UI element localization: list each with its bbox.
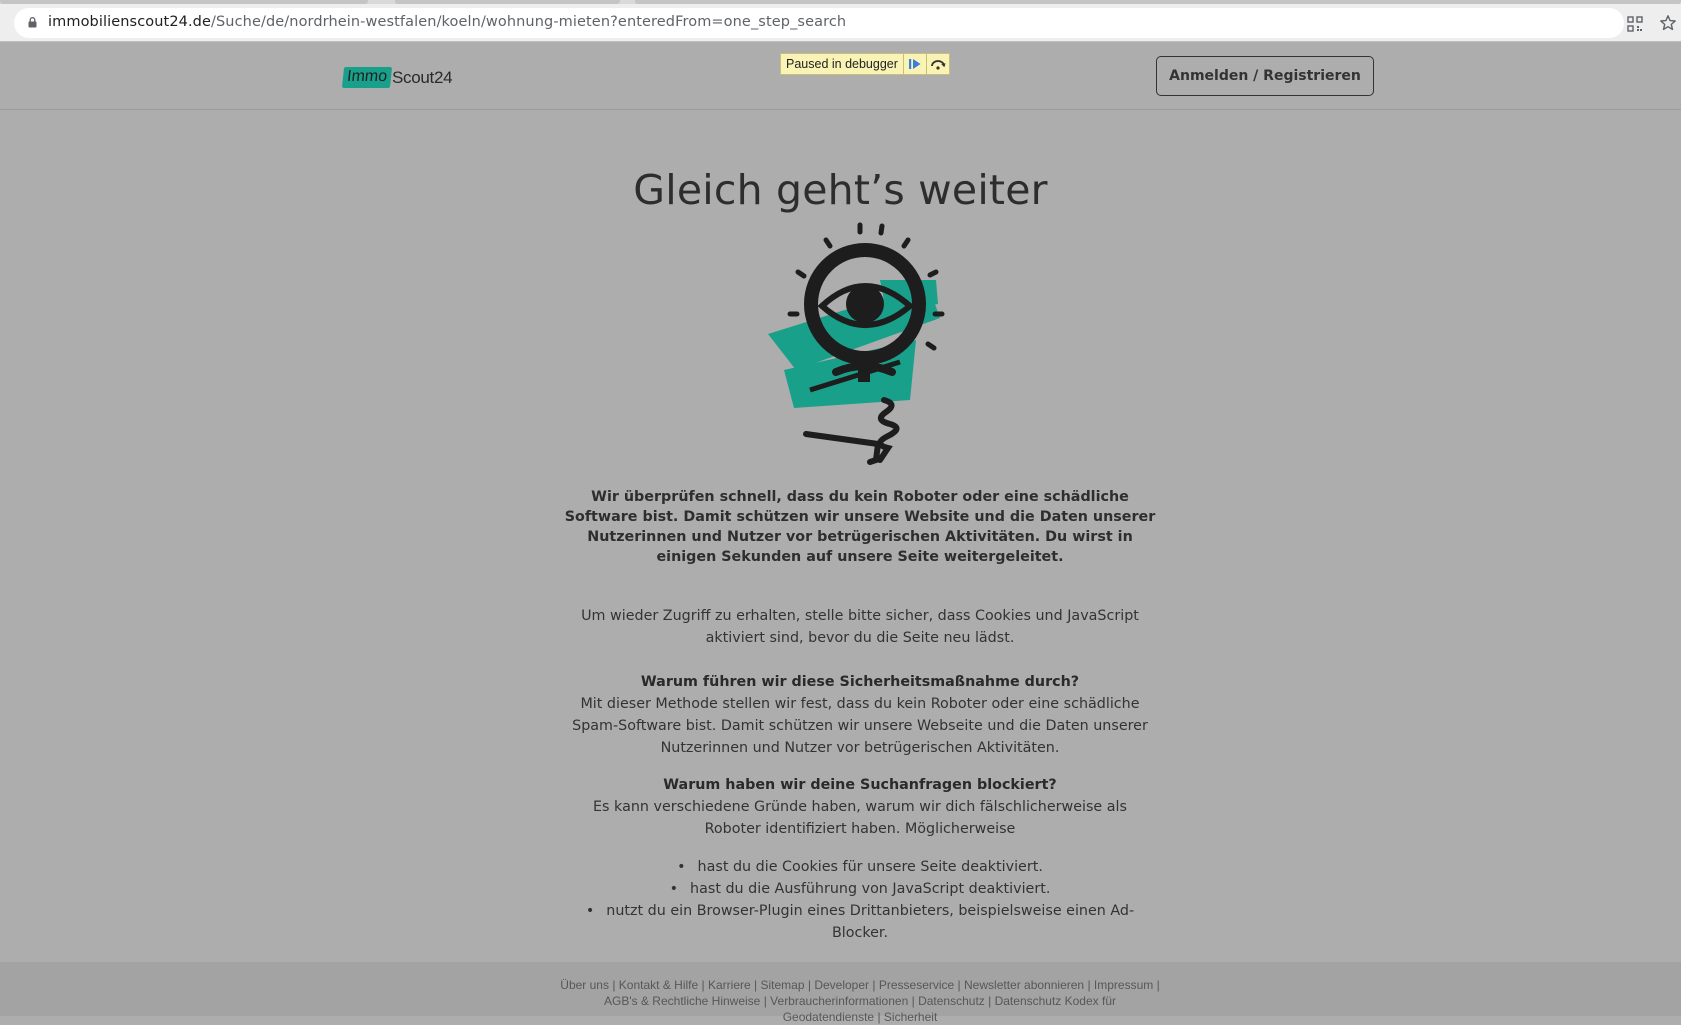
blocked-requests-heading: Warum haben wir deine Suchanfragen block… [663,777,1057,793]
resume-icon [908,59,921,69]
verification-notice: Wir überprüfen schnell, dass du kein Rob… [564,489,1156,566]
login-register-button[interactable]: Anmelden / Registrieren [1156,56,1374,96]
site-header: Immo Scout24 Paused in debugger Anmelden… [0,43,1681,110]
footer-link[interactable]: Über uns [560,978,609,992]
blocked-requests-text: Es kann verschiedene Gründe haben, warum… [593,799,1127,837]
main-content: Gleich geht’s weiter Wir überprüfen schn… [0,110,1681,962]
cookies-javascript-hint: Um wieder Zugriff zu erhalten, stelle bi… [581,608,1139,647]
footer-link[interactable]: Datenschutz [918,994,985,1008]
blocked-requests-section: Warum haben wir deine Suchanfragen block… [570,774,1150,840]
debugger-paused-label: Paused in debugger [786,57,898,71]
page-title: Gleich geht’s weiter [633,166,1048,214]
footer-link[interactable]: Sicherheit [884,1010,937,1024]
list-item: hast du die Ausführung von JavaScript de… [560,878,1160,900]
robot-check-eye-illustration [768,222,945,465]
footer-link[interactable]: Verbraucherinformationen [770,994,908,1008]
bookmark-star-icon[interactable] [1659,14,1677,32]
footer-link[interactable]: Newsletter abonnieren [964,978,1084,992]
footer-link[interactable]: Developer [814,978,869,992]
footer-link[interactable]: Presseservice [879,978,954,992]
footer-link[interactable]: Sitemap [760,978,804,992]
browser-toolbar: immobilienscout24.de/Suche/de/nordrhein-… [0,4,1681,42]
lock-icon[interactable] [28,17,37,28]
footer-link[interactable]: Karriere [708,978,751,992]
url-text[interactable]: immobilienscout24.de/Suche/de/nordrhein-… [48,14,846,30]
site-footer: Über uns | Kontakt & Hilfe | Karriere | … [0,962,1681,1024]
step-over-button[interactable] [925,54,949,74]
immoscout24-logo[interactable]: Immo Scout24 [341,64,453,91]
security-measure-text: Mit dieser Methode stellen wir fest, das… [572,696,1148,756]
debugger-paused-banner: Paused in debugger [780,53,950,75]
possible-reasons-list: hast du die Cookies für unsere Seite dea… [560,856,1160,944]
address-bar[interactable]: immobilienscout24.de/Suche/de/nordrhein-… [14,8,1624,38]
security-measure-heading: Warum führen wir diese Sicherheitsmaßnah… [640,674,1080,690]
step-over-icon [931,60,946,70]
security-measure-section: Warum führen wir diese Sicherheitsmaßnah… [570,671,1150,759]
resume-execution-button[interactable] [902,54,926,74]
logo-scout-text: Scout24 [392,67,453,87]
footer-link[interactable]: AGB's & Rechtliche Hinweise [604,994,760,1008]
footer-links: Über uns | Kontakt & Hilfe | Karriere | … [560,978,1160,1024]
list-item: hast du die Cookies für unsere Seite dea… [560,856,1160,878]
list-item: nutzt du ein Browser-Plugin eines Dritta… [560,900,1160,944]
footer-link[interactable]: Kontakt & Hilfe [619,978,698,992]
url-path: /Suche/de/nordrhein-westfalen/koeln/wohn… [211,14,847,30]
url-host: immobilienscout24.de [48,14,212,30]
qr-code-icon[interactable] [1627,16,1643,32]
footer-link[interactable]: Impressum [1094,978,1153,992]
logo-immo-text: Immo [341,67,393,88]
